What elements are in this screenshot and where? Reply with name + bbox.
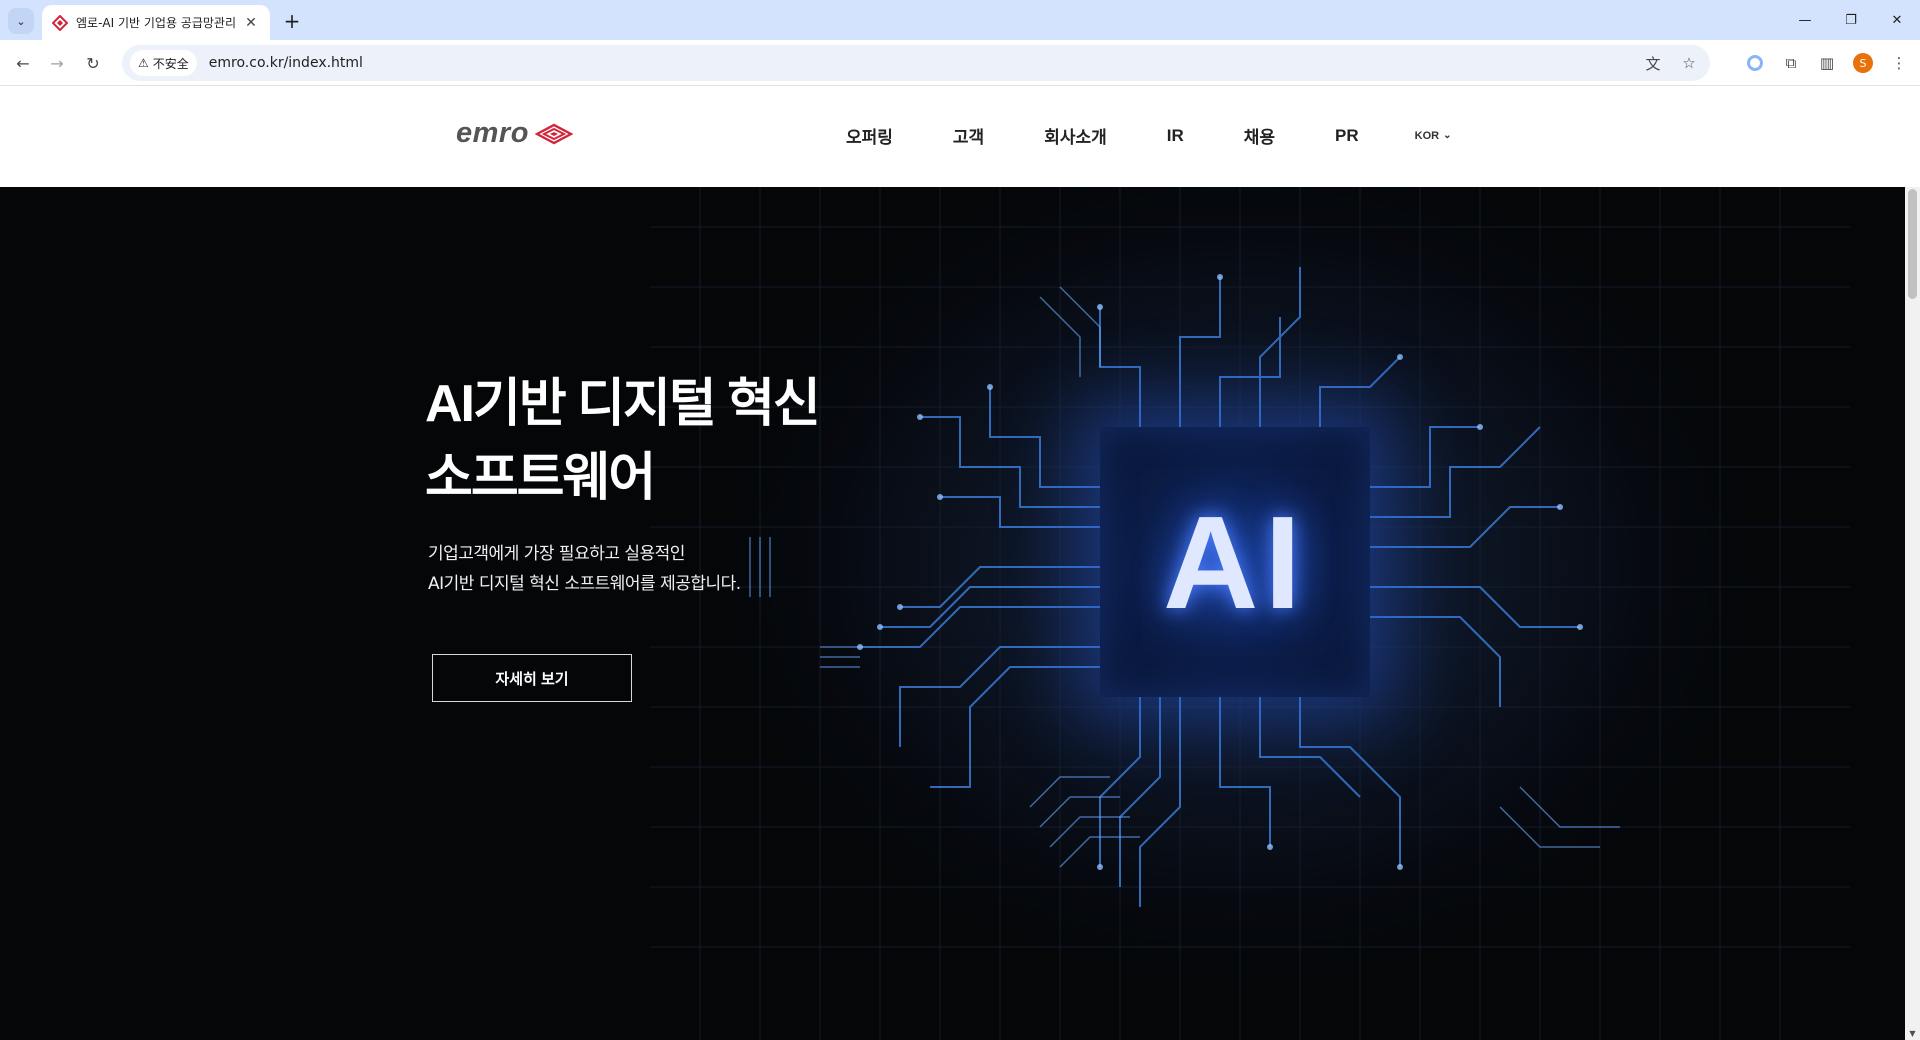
profile-avatar[interactable]: S <box>1850 50 1876 76</box>
logo-wordmark: emro <box>456 117 529 149</box>
ai-chip-graphic: AI <box>1100 427 1370 697</box>
page-scrollbar[interactable]: ▲ ▼ <box>1905 187 1920 1040</box>
extension-ring-icon[interactable] <box>1742 50 1768 76</box>
nav-item-ir[interactable]: IR <box>1167 126 1184 146</box>
browser-tab-active[interactable]: 엠로-AI 기반 기업용 공급망관리 ✕ <box>42 5 270 40</box>
browser-toolbar: ← → ↻ ⚠ 不安全 emro.co.kr/index.html 文 ☆ ⧉ … <box>0 40 1920 86</box>
security-label: 不安全 <box>152 56 189 71</box>
scroll-thumb[interactable] <box>1908 189 1917 299</box>
url-text[interactable]: emro.co.kr/index.html <box>209 55 363 71</box>
emro-logo[interactable]: emro <box>456 117 573 150</box>
translate-icon[interactable]: 文 <box>1640 50 1666 76</box>
tab-search-chevron-icon[interactable]: ⌄ <box>8 8 34 34</box>
scroll-down-arrow-icon[interactable]: ▼ <box>1905 1026 1920 1040</box>
main-nav: 오퍼링 고객 회사소개 IR 채용 PR KOR ⌄ <box>846 123 1452 148</box>
hero-title-line1: AI기반 디지털 혁신 <box>425 375 821 433</box>
tab-title: 엠로-AI 기반 기업용 공급망관리 <box>76 16 237 30</box>
hero-banner: AI AI기반 디지털 혁신 소프트웨어 기업고객에게 가장 필요하고 실용적인… <box>0 187 1905 1040</box>
chevron-down-icon: ⌄ <box>1443 130 1452 141</box>
circuit-background <box>650 187 1850 1040</box>
reload-icon[interactable]: ↻ <box>80 50 106 76</box>
nav-item-customers[interactable]: 고객 <box>953 123 984 148</box>
side-panel-icon[interactable]: ▥ <box>1814 50 1840 76</box>
language-label: KOR <box>1414 129 1440 142</box>
browser-menu-icon[interactable]: ⋮ <box>1886 50 1912 76</box>
security-chip[interactable]: ⚠ 不安全 <box>130 50 197 76</box>
window-controls: — ❐ ✕ <box>1782 0 1920 40</box>
nav-item-careers[interactable]: 채용 <box>1244 123 1275 148</box>
language-selector[interactable]: KOR ⌄ <box>1415 130 1452 142</box>
forward-arrow-icon[interactable]: → <box>44 50 70 76</box>
site-header: emro 오퍼링 고객 회사소개 IR 채용 PR KOR ⌄ <box>0 87 1905 187</box>
nav-item-pr[interactable]: PR <box>1335 126 1359 146</box>
browser-tabstrip: ⌄ 엠로-AI 기반 기업용 공급망관리 ✕ + — ❐ ✕ <box>0 0 1920 40</box>
emro-favicon-icon <box>52 14 68 31</box>
learn-more-button[interactable]: 자세히 보기 <box>432 654 632 702</box>
hero-subtitle-line2: AI기반 디지털 혁신 소프트웨어를 제공합니다. <box>428 574 741 594</box>
chip-label: AI <box>1163 488 1307 636</box>
minimize-icon[interactable]: — <box>1782 0 1828 40</box>
close-window-icon[interactable]: ✕ <box>1874 0 1920 40</box>
new-tab-icon[interactable]: + <box>280 9 304 33</box>
address-bar[interactable]: ⚠ 不安全 emro.co.kr/index.html 文 ☆ <box>122 45 1710 81</box>
back-arrow-icon[interactable]: ← <box>10 50 36 76</box>
emro-logo-mark-icon <box>534 123 573 144</box>
extensions-puzzle-icon[interactable]: ⧉ <box>1778 50 1804 76</box>
warning-triangle-icon: ⚠ <box>138 56 149 70</box>
bookmark-star-icon[interactable]: ☆ <box>1676 50 1702 76</box>
hero-title: AI기반 디지털 혁신 소프트웨어 <box>425 367 821 515</box>
tab-close-icon[interactable]: ✕ <box>242 14 260 32</box>
nav-item-company[interactable]: 회사소개 <box>1044 123 1107 148</box>
restore-icon[interactable]: ❐ <box>1828 0 1874 40</box>
hero-subtitle: 기업고객에게 가장 필요하고 실용적인 AI기반 디지털 혁신 소프트웨어를 제… <box>428 539 741 599</box>
nav-item-offering[interactable]: 오퍼링 <box>846 123 893 148</box>
hero-title-line2: 소프트웨어 <box>425 449 656 507</box>
hero-subtitle-line1: 기업고객에게 가장 필요하고 실용적인 <box>428 544 685 564</box>
